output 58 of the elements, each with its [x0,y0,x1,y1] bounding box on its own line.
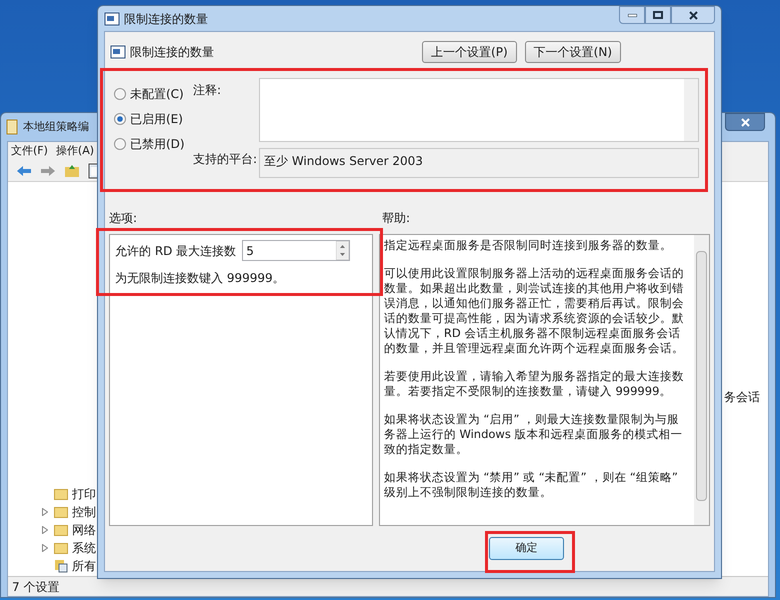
close-button[interactable] [725,113,765,131]
expand-arrow-icon[interactable] [42,508,48,516]
platform-text: 至少 Windows Server 2003 [264,154,423,168]
radio-label[interactable]: 未配置(C) [130,85,184,103]
help-paragraph: 可以使用此设置限制服务器上活动的远程桌面服务会话的数量。如果超出此数量，则尝试连接的其他用户将收到错误消息，以通知他们服务器正忙，需要稍后再试。限制会话的数量可提高性能，因为请求系统资源的会话较少。默认情况下，RD 会话主机服务器不限制远程桌面服务会话的数量，并且管理远程桌面允许两个远程桌面服务会话。 [384,266,685,356]
scrollbar[interactable] [694,235,709,525]
radio-label[interactable]: 已禁用(D) [130,135,185,153]
minimize-button[interactable] [619,6,645,24]
radio-button[interactable] [114,138,126,150]
folder-icon [54,524,68,536]
nav-button[interactable]: 上一个设置(P) [422,41,517,63]
status-bar-text: 7 个设置 [12,578,60,596]
folder-icon [54,488,68,500]
tree-item[interactable]: 打印 [72,485,96,503]
window-title: 限制连接的数量 [124,10,208,28]
tree-item[interactable]: 系统 [72,539,96,557]
folder-icon [54,506,68,518]
window-title: 本地组策略编 [23,118,89,135]
folder-icon [54,542,68,554]
options-label: 选项: [109,210,138,227]
tree-item[interactable]: 所有 [72,557,96,575]
field-label: 允许的 RD 最大连接数 [115,242,236,260]
max-connections-spinbox[interactable]: 5 [242,240,350,261]
tree-item[interactable]: 网络 [72,521,96,539]
list-item-text: 务会话 [724,389,760,406]
radio-button[interactable] [114,88,126,100]
policy-heading: 限制连接的数量 [130,44,215,61]
back-arrow-icon[interactable] [16,164,32,176]
help-paragraph: 指定远程桌面服务是否限制同时连接到服务器的数量。 [384,238,673,253]
forward-arrow-icon[interactable] [40,164,56,176]
spin-arrows-icon[interactable] [336,241,350,260]
comment-label: 注释: [193,82,222,99]
help-paragraph: 如果将状态设置为 “禁用” 或 “未配置” ，则在 “组策略” 级别上不强制限制连接的数量。 [384,470,679,500]
expand-arrow-icon[interactable] [42,544,48,552]
policy-icon [104,12,120,26]
close-icon [740,118,750,126]
radio-button[interactable] [114,113,126,125]
ok-button[interactable]: 确定 [489,537,564,560]
nav-button[interactable]: 下一个设置(N) [524,41,621,63]
help-paragraph: 如果将状态设置为 “启用” ，则最大连接数量限制为与服务器上运行的 Windows 版本和远程桌面服务的模式相一致的指定数量。 [384,412,684,457]
radio-label[interactable]: 已启用(E) [130,110,183,128]
help-paragraph: 若要使用此设置，请输入希望为服务器指定的最大连接数量。若要指定不受限制的连接数量，请键入 999999。 [384,369,685,399]
policy-icon [110,45,126,59]
menu-item[interactable]: 操作(A) [56,142,94,160]
platform-label: 支持的平台: [193,151,258,168]
tree-item[interactable]: 控制 [72,503,96,521]
minimize-icon [628,14,636,16]
maximize-button[interactable] [645,6,671,24]
hint-text: 为无限制连接数键入 999999。 [115,270,286,287]
menu-item[interactable]: 文件(F) [11,142,48,160]
maximize-icon [653,11,663,19]
expand-arrow-icon[interactable] [42,526,48,534]
comment-field[interactable] [259,78,699,142]
folder-up-icon[interactable] [64,164,80,178]
close-icon [688,10,698,20]
help-label: 帮助: [382,210,410,227]
settings-list-icon [54,559,68,573]
close-button[interactable] [671,6,715,24]
